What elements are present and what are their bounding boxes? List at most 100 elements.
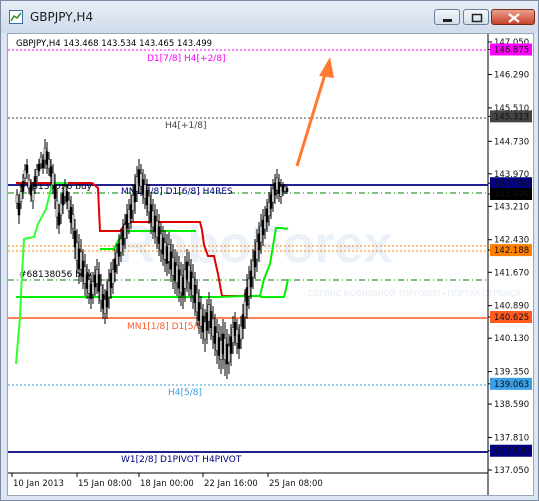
candle-body <box>65 191 69 202</box>
candle-body <box>215 332 219 351</box>
candle-body <box>131 195 135 211</box>
price-tick-label: 139.063 <box>494 380 529 390</box>
candle-body <box>87 279 91 294</box>
candle-body <box>45 151 49 165</box>
candle-body <box>167 244 171 262</box>
chart-info: GBPJPY,H4 143.468 143.534 143.465 143.49… <box>16 39 212 49</box>
title-bar[interactable]: GBPJPY,H4 <box>1 1 538 33</box>
chart-area[interactable]: RoboForex СЕРВИС МОБИЛЬНОЙ ТОРГОВЛИ • ПО… <box>7 33 534 496</box>
candle-body <box>277 182 281 194</box>
candle-body <box>105 290 109 308</box>
candle-body <box>149 204 153 222</box>
price-tick-label: 143.499 <box>494 190 529 200</box>
restore-button[interactable] <box>463 9 489 25</box>
candle-body <box>231 327 235 343</box>
time-tick-label: 15 Jan 08:00 <box>78 479 132 489</box>
candle-body <box>55 200 59 218</box>
candle-body <box>35 169 39 177</box>
candle-body <box>211 318 215 337</box>
level-label-h4-5-8: H4[5/8] <box>168 388 202 398</box>
arrow-head <box>319 57 334 78</box>
minimize-button[interactable] <box>434 9 460 25</box>
price-tick: 140.890 <box>488 302 529 312</box>
time-tick-label: 10 Jan 2013 <box>13 479 64 489</box>
candle-body <box>249 270 253 288</box>
candle-body <box>77 248 81 270</box>
time-tick: 25 Jan 08:00 <box>267 473 323 489</box>
candle-body <box>53 184 57 199</box>
candle-body <box>183 269 187 289</box>
price-tick-label: 146.290 <box>494 71 529 81</box>
candle-body <box>239 325 243 340</box>
candle-body <box>241 314 245 329</box>
candle-body <box>205 312 209 331</box>
candle-body <box>63 186 67 197</box>
candle-body <box>103 299 107 314</box>
candle-body <box>221 333 225 355</box>
candle-body <box>197 302 201 321</box>
restore-icon <box>471 13 483 23</box>
candle-body <box>263 215 267 230</box>
candle-body <box>265 208 269 223</box>
candle-body <box>39 156 43 165</box>
candle-body <box>19 191 23 202</box>
candle-body <box>273 182 277 196</box>
candle-body <box>23 169 27 179</box>
window-title: GBPJPY,H4 <box>30 10 94 24</box>
candle-body <box>223 337 227 361</box>
candle-body <box>279 186 283 197</box>
candle-body <box>275 177 279 191</box>
candle-body <box>217 337 221 356</box>
time-scale[interactable]: 10 Jan 2013 15 Jan 08:00 18 Jan 00:00 22 Ja… <box>11 473 323 489</box>
candle-body <box>161 237 165 255</box>
price-chart[interactable]: RoboForex СЕРВИС МОБИЛЬНОЙ ТОРГОВЛИ • ПО… <box>8 34 533 495</box>
level-label-mn1-1-8: MN1[1/8] D1[5/8] <box>127 322 206 332</box>
candle-body <box>59 202 63 216</box>
price-tick-label: 143.210 <box>494 202 529 212</box>
price-tick: 140.625 <box>488 310 532 323</box>
candle-body <box>15 194 19 204</box>
candle-body <box>25 164 29 174</box>
candle-body <box>261 219 265 236</box>
price-tick-label: 140.890 <box>494 302 529 312</box>
candle-body <box>169 251 173 270</box>
candle-body <box>257 233 261 251</box>
time-tick-label: 25 Jan 08:00 <box>269 479 323 489</box>
price-tick: 142.188 <box>488 244 532 257</box>
price-tick: 143.499 <box>488 187 532 200</box>
candle-body <box>229 336 233 354</box>
candle-body <box>143 184 147 199</box>
level-label-h4-plus-1-8: H4[+1/8] <box>165 121 207 131</box>
price-tick: 144.730 <box>488 137 529 147</box>
candle-body <box>125 214 129 229</box>
close-button[interactable] <box>491 9 535 25</box>
price-tick: 141.670 <box>488 268 529 278</box>
candle-body <box>159 233 163 251</box>
candle-body <box>151 210 155 228</box>
price-scale[interactable]: 147.050146.875146.290145.510145.313144.7… <box>488 38 532 476</box>
candle-body <box>219 340 223 360</box>
time-tick: 15 Jan 08:00 <box>76 473 132 489</box>
candle-body <box>67 199 71 212</box>
minimize-icon <box>443 19 452 22</box>
candle-body <box>61 192 65 206</box>
candle-body <box>171 257 175 276</box>
price-tick: 138.590 <box>488 400 529 410</box>
candle-body <box>41 159 45 169</box>
close-icon <box>508 13 520 23</box>
price-tick-label: 145.313 <box>494 112 529 122</box>
time-tick: 18 Jan 00:00 <box>138 473 194 489</box>
price-tick-label: 137.050 <box>494 466 529 476</box>
candle-body <box>283 186 287 192</box>
candle-body <box>109 272 113 289</box>
candle-body <box>117 243 121 257</box>
candle-body <box>107 280 111 298</box>
candle-body <box>93 274 97 288</box>
price-tick-label: 140.625 <box>494 313 529 323</box>
candle-body <box>185 261 189 280</box>
candle-body <box>113 258 117 273</box>
candle-body <box>83 266 87 284</box>
price-tick: 145.313 <box>488 110 532 123</box>
candle-body <box>89 284 93 299</box>
candle-body <box>153 215 157 233</box>
